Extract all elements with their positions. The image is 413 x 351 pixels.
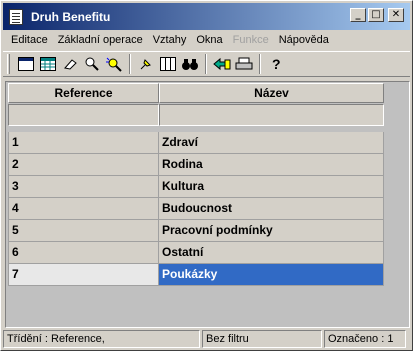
print-icon[interactable]	[233, 53, 255, 75]
toolbar-separator	[259, 54, 261, 74]
status-filter: Bez filtru	[202, 330, 322, 348]
table-row[interactable]: 4 Budoucnost	[8, 198, 384, 220]
menu-napoveda[interactable]: Nápověda	[274, 34, 334, 46]
toolbar: ?	[3, 51, 410, 77]
window-controls: _ □ ✕	[350, 8, 404, 22]
export-icon[interactable]	[211, 53, 233, 75]
pin-icon[interactable]	[135, 53, 157, 75]
menu-bar: Editace Základní operace Vztahy Okna Fun…	[3, 31, 410, 49]
grid-header: Reference Název	[8, 83, 384, 103]
svg-text:?: ?	[272, 56, 281, 72]
filter-reference-input[interactable]	[8, 104, 159, 126]
menu-okna[interactable]: Okna	[191, 34, 227, 46]
help-icon[interactable]: ?	[265, 53, 287, 75]
column-header-reference[interactable]: Reference	[8, 83, 159, 103]
cell-name: Rodina	[159, 154, 384, 176]
binoculars-icon[interactable]	[179, 53, 201, 75]
cell-name: Budoucnost	[159, 198, 384, 220]
cell-reference: 3	[8, 176, 159, 198]
data-grid: Reference Název 1 Zdraví 2 Rodina 3 Kult…	[5, 81, 410, 328]
cell-name: Pracovní podmínky	[159, 220, 384, 242]
table-row[interactable]: 2 Rodina	[8, 154, 384, 176]
window-title: Druh Benefitu	[31, 9, 111, 24]
cell-name: Kultura	[159, 176, 384, 198]
close-button[interactable]: ✕	[388, 8, 404, 22]
maximize-button[interactable]: □	[368, 8, 384, 22]
toolbar-separator	[129, 54, 131, 74]
table-row-selected[interactable]: 7 Poukázky	[8, 264, 384, 286]
menu-zakladni-operace[interactable]: Základní operace	[53, 34, 148, 46]
minimize-button[interactable]: _	[350, 8, 366, 22]
menu-funkce: Funkce	[232, 34, 269, 46]
cell-name: Poukázky	[159, 264, 384, 286]
toolbar-grip[interactable]	[7, 54, 10, 74]
column-header-name[interactable]: Název	[159, 83, 384, 103]
cell-name: Zdraví	[159, 132, 384, 154]
eraser-icon[interactable]	[59, 53, 81, 75]
table-row[interactable]: 3 Kultura	[8, 176, 384, 198]
cell-reference: 6	[8, 242, 159, 264]
app-window: Druh Benefitu _ □ ✕ Editace Základní ope…	[0, 0, 413, 351]
table-row[interactable]: 5 Pracovní podmínky	[8, 220, 384, 242]
cell-name: Ostatní	[159, 242, 384, 264]
title-bar[interactable]: Druh Benefitu _ □ ✕	[3, 3, 410, 30]
cell-reference: 5	[8, 220, 159, 242]
window-icon[interactable]	[15, 53, 37, 75]
status-bar: Třídění : Reference, Bez filtru Označeno…	[3, 330, 410, 349]
magic-search-icon[interactable]	[103, 53, 125, 75]
grid-filter-row	[8, 104, 384, 126]
status-sort: Třídění : Reference,	[3, 330, 200, 348]
cell-reference: 7	[8, 264, 159, 286]
columns-icon[interactable]	[157, 53, 179, 75]
menu-vztahy[interactable]: Vztahy	[148, 34, 192, 46]
cell-reference: 2	[8, 154, 159, 176]
toolbar-separator	[205, 54, 207, 74]
cell-reference: 1	[8, 132, 159, 154]
filter-name-input[interactable]	[159, 104, 384, 126]
status-marked: Označeno : 1	[324, 330, 406, 348]
search-icon[interactable]	[81, 53, 103, 75]
document-icon	[9, 8, 23, 25]
cell-reference: 4	[8, 198, 159, 220]
table-row[interactable]: 6 Ostatní	[8, 242, 384, 264]
grid-scroll-area[interactable]	[384, 83, 407, 326]
table-icon[interactable]	[37, 53, 59, 75]
table-row[interactable]: 1 Zdraví	[8, 132, 384, 154]
menu-editace[interactable]: Editace	[6, 34, 53, 46]
